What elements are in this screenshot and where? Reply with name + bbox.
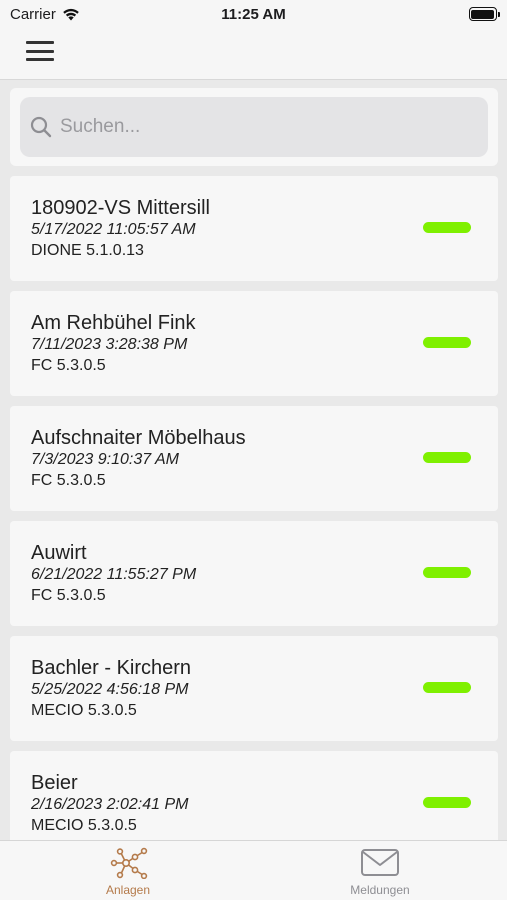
list-item[interactable]: Auwirt 6/21/2022 11:55:27 PM FC 5.3.0.5 bbox=[10, 521, 498, 626]
search-icon bbox=[30, 116, 52, 138]
status-bar-time: 11:25 AM bbox=[221, 5, 286, 23]
search-bar[interactable] bbox=[20, 97, 488, 157]
status-bar-left: Carrier bbox=[10, 6, 150, 23]
plant-list: 180902-VS Mittersill 5/17/2022 11:05:57 … bbox=[0, 176, 507, 840]
item-date: 5/25/2022 4:56:18 PM bbox=[31, 681, 189, 698]
status-indicator bbox=[423, 797, 471, 808]
list-item[interactable]: Aufschnaiter Möbelhaus 7/3/2023 9:10:37 … bbox=[10, 406, 498, 511]
status-indicator bbox=[423, 337, 471, 348]
tab-anlagen[interactable]: Anlagen bbox=[68, 847, 188, 899]
item-date: 5/17/2022 11:05:57 AM bbox=[31, 221, 196, 238]
tab-meldungen[interactable]: Meldungen bbox=[320, 847, 440, 899]
item-version: FC 5.3.0.5 bbox=[31, 357, 106, 374]
status-bar: Carrier 11:25 AM bbox=[0, 0, 507, 28]
item-date: 7/3/2023 9:10:37 AM bbox=[31, 451, 179, 468]
list-item[interactable]: Bachler - Kirchern 5/25/2022 4:56:18 PM … bbox=[10, 636, 498, 741]
item-version: MECIO 5.3.0.5 bbox=[31, 702, 137, 719]
item-name: Auwirt bbox=[31, 542, 87, 564]
navigation-bar bbox=[0, 28, 507, 80]
list-item[interactable]: 180902-VS Mittersill 5/17/2022 11:05:57 … bbox=[10, 176, 498, 281]
item-date: 6/21/2022 11:55:27 PM bbox=[31, 566, 197, 583]
item-version: DIONE 5.1.0.13 bbox=[31, 242, 144, 259]
status-indicator bbox=[423, 567, 471, 578]
network-icon bbox=[110, 847, 148, 879]
status-bar-right bbox=[357, 7, 500, 21]
status-indicator bbox=[423, 452, 471, 463]
item-name: Bachler - Kirchern bbox=[31, 657, 192, 679]
list-item[interactable]: Am Rehbühel Fink 7/11/2023 3:28:38 PM FC… bbox=[10, 291, 498, 396]
envelope-icon bbox=[361, 849, 399, 876]
tab-anlagen-label: Anlagen bbox=[105, 883, 151, 897]
battery-icon bbox=[468, 7, 500, 21]
item-version: FC 5.3.0.5 bbox=[31, 472, 106, 489]
search-input[interactable] bbox=[60, 116, 460, 138]
item-date: 2/16/2023 2:02:41 PM bbox=[31, 796, 189, 813]
wifi-icon bbox=[63, 8, 79, 20]
tab-meldungen-label: Meldungen bbox=[350, 883, 410, 897]
search-container bbox=[10, 88, 498, 166]
tab-bar: Anlagen Meldungen bbox=[0, 840, 507, 900]
hamburger-menu-icon[interactable] bbox=[26, 40, 54, 62]
item-name: 180902-VS Mittersill bbox=[31, 197, 210, 219]
item-name: Am Rehbühel Fink bbox=[31, 312, 196, 334]
list-item[interactable]: Beier 2/16/2023 2:02:41 PM MECIO 5.3.0.5 bbox=[10, 751, 498, 840]
item-name: Beier bbox=[31, 772, 78, 794]
item-version: MECIO 5.3.0.5 bbox=[31, 817, 137, 834]
item-version: FC 5.3.0.5 bbox=[31, 587, 106, 604]
item-date: 7/11/2023 3:28:38 PM bbox=[31, 336, 188, 353]
status-indicator bbox=[423, 682, 471, 693]
status-indicator bbox=[423, 222, 471, 233]
item-name: Aufschnaiter Möbelhaus bbox=[31, 427, 246, 449]
carrier-label: Carrier bbox=[10, 5, 56, 23]
